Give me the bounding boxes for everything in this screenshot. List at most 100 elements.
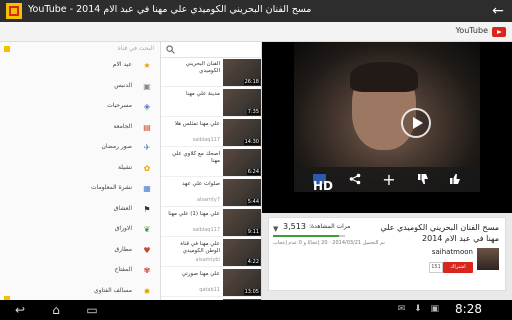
flower-red-icon: ✾ <box>143 266 151 275</box>
related-videos-list: 26:18 الفنان البحريني الكوميدي 7:35 مدينة ع… <box>161 42 262 300</box>
video-item-author: saiblaq117 <box>192 227 220 233</box>
channel-name[interactable]: saihatmoon <box>432 248 473 256</box>
subscriber-count: 151 <box>429 262 443 273</box>
add-icon[interactable]: + <box>376 167 402 192</box>
views-label: مرات المشاهدة: <box>309 223 351 230</box>
system-status-bar: ↩ ⌂ ▭ ✉ ⬇ ▣ 8:28 <box>0 300 512 320</box>
like-ratio-bar <box>273 235 345 237</box>
search-icon[interactable] <box>166 45 175 54</box>
video-duration: 14:30 <box>243 139 260 145</box>
arrow-back-icon[interactable]: ← <box>488 1 508 21</box>
sidebar-item[interactable]: ✈ صور رمضان <box>5 138 160 158</box>
sidebar-item-label: مطارق <box>114 245 132 253</box>
video-item-title: علي مهنا (1) علي مهنا <box>168 211 220 217</box>
app-logo-icon <box>6 3 22 19</box>
hd-icon[interactable]: HD <box>313 174 333 193</box>
sidebar-item-label: تشيلة <box>117 163 132 171</box>
list-item[interactable]: 26:18 الفنان البحريني الكوميدي <box>161 58 261 87</box>
sidebar-item-label: الجامعة <box>113 122 132 130</box>
video-item-author: saiblaq117 <box>192 137 220 143</box>
video-title: مسح الفنان البحريني الكوميدي علي مهنا في… <box>380 223 499 243</box>
window-title: YouTube - مسح الفنان البحريني الكوميدي ع… <box>28 4 312 15</box>
sidebar-item[interactable]: ♥ مطارق <box>5 241 160 261</box>
sidebar-item-label: الدنبس <box>114 81 132 89</box>
video-info-panel: مسح الفنان البحريني الكوميدي علي مهنا في… <box>262 213 512 300</box>
list-item[interactable]: 14:30 علي مهنا تمثلس هلا saiblaq117 <box>161 118 261 147</box>
channel-search-hint[interactable]: البحث في قناة <box>118 45 154 52</box>
video-duration: 26:18 <box>243 79 260 85</box>
sidebar-item[interactable]: ✿ تشيلة <box>5 159 160 179</box>
video-player[interactable]: HD + <box>262 42 512 213</box>
list-item[interactable]: 9:11 علي مهنا (1) علي مهنا saiblaq117 <box>161 208 261 237</box>
plane-icon: ✈ <box>143 143 151 152</box>
sidebar-item-label: المفتاح <box>114 266 132 273</box>
like-icon[interactable] <box>442 167 468 192</box>
share-icon[interactable] <box>342 167 368 192</box>
video-duration: 5:44 <box>246 199 260 205</box>
youtube-logo-icon[interactable] <box>492 27 506 37</box>
subscribe-button[interactable]: اشتراك <box>443 262 473 273</box>
list-item[interactable]: 6:24 اصحك مع كلاوي علي مهنا <box>161 148 261 177</box>
play-icon[interactable] <box>401 108 431 138</box>
home-nav-icon[interactable]: ⌂ <box>44 302 68 318</box>
list-item[interactable]: 4:22 علي مهنا في قناة الوطن الكوميدي alsam… <box>161 238 261 267</box>
video-thumbnail[interactable]: 5:44 <box>223 179 261 206</box>
sidebar-item[interactable]: ✹ مسالف الفتاوي <box>5 282 160 302</box>
chevron-down-icon[interactable]: ▼ <box>273 225 278 233</box>
sidebar-item-label: صور رمضان <box>101 143 132 150</box>
video-item-author: qatab11 <box>199 287 220 293</box>
view-count: 3,513 <box>283 222 306 231</box>
video-duration: 9:11 <box>246 229 260 235</box>
player-controls: HD + <box>294 167 480 193</box>
app-window: YouTube - مسح الفنان البحريني الكوميدي ع… <box>0 0 512 320</box>
video-duration: 13:05 <box>243 289 260 295</box>
sidebar-item[interactable]: ▦ نشرة المعلومات <box>5 179 160 199</box>
video-item-title: اصحك مع كلاوي علي مهنا <box>171 151 220 164</box>
recent-apps-icon[interactable]: ▭ <box>80 302 104 318</box>
sidebar-item[interactable]: ▣ الدنبس <box>5 77 160 97</box>
like-ratio-fill <box>273 235 340 237</box>
video-thumbnail[interactable]: 7:35 <box>223 89 261 116</box>
sidebar-item[interactable]: ◈ مسرحيات <box>5 97 160 117</box>
sidebar-item[interactable]: ★ عيد الام <box>5 56 160 76</box>
video-thumbnail[interactable]: 14:30 <box>223 119 261 146</box>
sidebar-item[interactable]: ❦ الاوراق <box>5 220 160 240</box>
dislike-icon[interactable] <box>410 167 436 192</box>
video-subject-hair <box>350 62 418 92</box>
theater-icon: ◈ <box>143 102 151 111</box>
heart-icon: ♥ <box>143 245 151 255</box>
list-item[interactable]: 5:44 صلوات علي عهد alsamty7 <box>161 178 261 207</box>
video-thumbnail[interactable]: 4:22 <box>223 239 261 266</box>
video-duration: 7:35 <box>246 109 260 115</box>
search-bar[interactable] <box>161 42 261 58</box>
video-thumbnail[interactable]: 26:18 <box>223 59 261 86</box>
video-thumbnail[interactable]: 9:11 <box>223 209 261 236</box>
video-item-title: علي مهنا صورتي <box>181 271 220 277</box>
list-item[interactable]: 7:35 مدينة علي مهنا <box>161 88 261 117</box>
title-bar: YouTube - مسح الفنان البحريني الكوميدي ع… <box>0 0 512 22</box>
video-duration: 4:22 <box>246 259 260 265</box>
sidebar-item-label: نشرة المعلومات <box>90 184 132 191</box>
building-icon: ▤ <box>143 122 151 132</box>
video-item-author: alsamty7 <box>196 197 220 203</box>
news-icon: ▦ <box>143 184 151 193</box>
video-meta: تم التحميل 2014/03/21 · 20 إعجابًا و 0 ع… <box>273 240 385 246</box>
list-item[interactable]: 13:05 علي مهنا صورتي qatab11 <box>161 268 261 297</box>
sidebar-item[interactable]: ⚑ العشاق <box>5 200 160 220</box>
star-icon: ★ <box>143 61 151 70</box>
clock: 8:28 <box>455 302 482 316</box>
video-item-title: مدينة علي مهنا <box>186 91 220 97</box>
video-thumbnail[interactable]: 6:24 <box>223 149 261 176</box>
action-bar: YouTube <box>0 22 512 42</box>
avatar[interactable] <box>477 248 499 270</box>
sidebar: البحث في قناة ★ عيد الام ▣ الدنبس ◈ مسرحيات ▤ ا… <box>0 42 161 302</box>
youtube-label: YouTube <box>455 26 488 35</box>
sidebar-item-label: مسرحيات <box>107 102 132 109</box>
video-item-title: علي مهنا تمثلس هلا <box>174 121 220 127</box>
back-nav-icon[interactable]: ↩ <box>8 302 32 318</box>
sidebar-item-label: عيد الام <box>112 61 132 68</box>
sidebar-item[interactable]: ▤ الجامعة <box>5 118 160 138</box>
sidebar-item[interactable]: ✾ المفتاح <box>5 261 160 281</box>
video-thumbnail[interactable]: 13:05 <box>223 269 261 296</box>
video-item-author: alsamtybl <box>195 257 220 263</box>
